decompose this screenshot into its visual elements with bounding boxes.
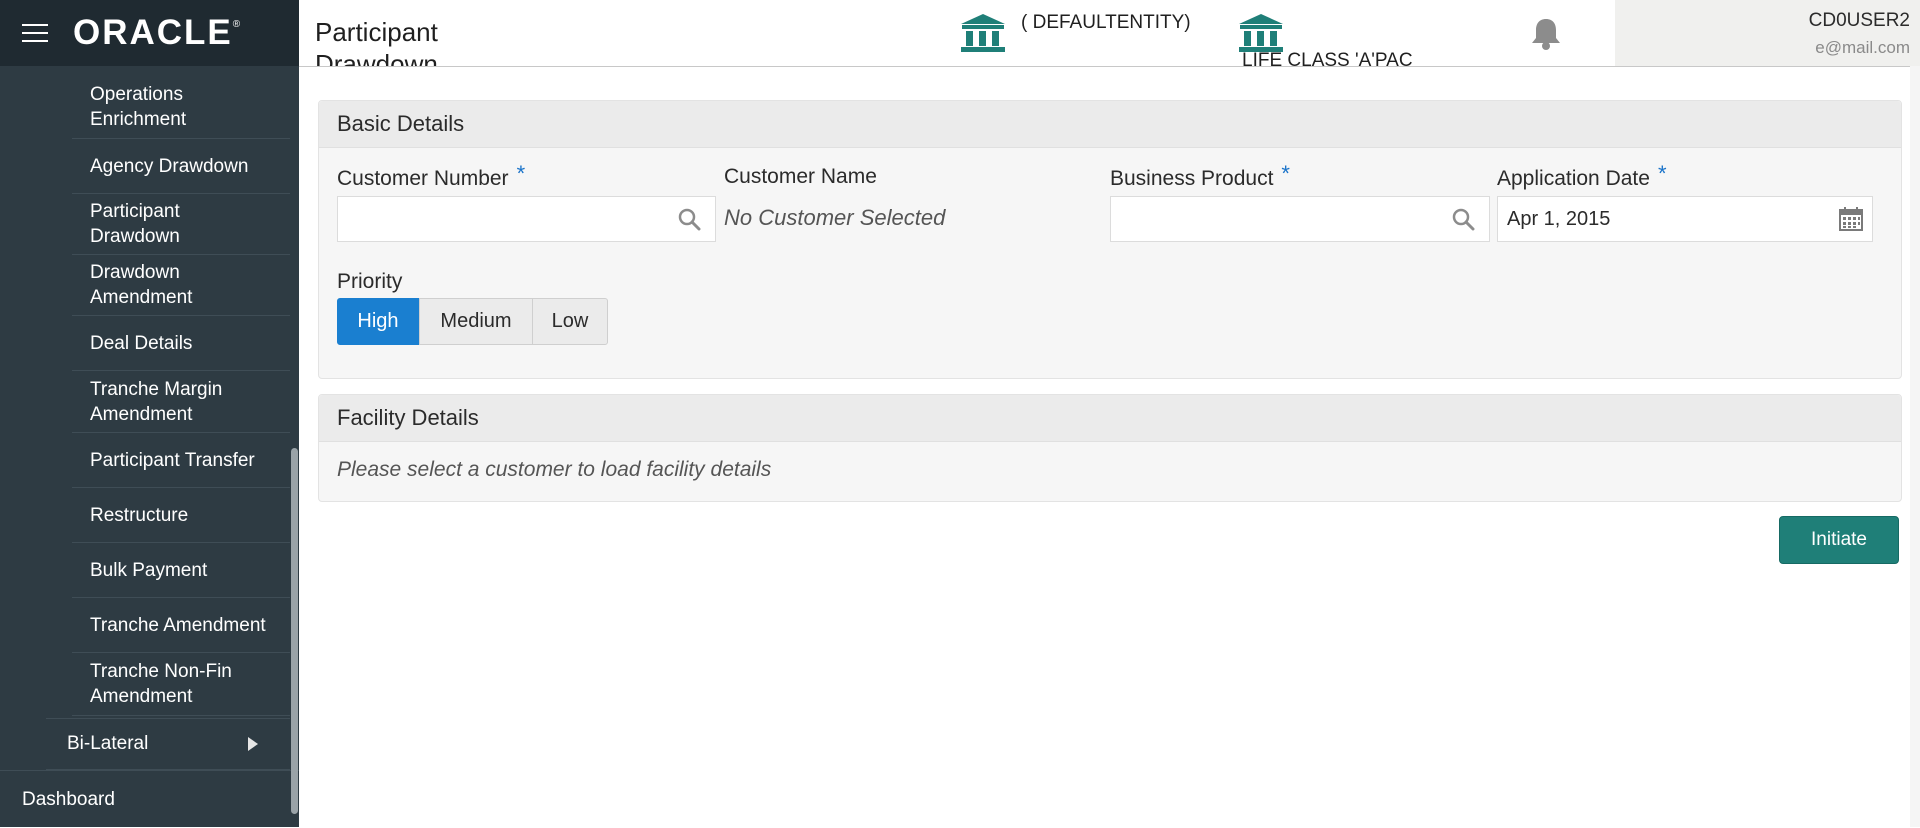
business-product-input[interactable]: [1110, 196, 1490, 242]
sidebar-item-label: Participant Drawdown: [90, 201, 180, 247]
sidebar-item-label: Agency Drawdown: [90, 155, 249, 177]
facility-details-header: Facility Details: [319, 395, 1901, 442]
application-date-label: Application Date *: [1497, 161, 1667, 191]
business-product-label-text: Business Product: [1110, 167, 1274, 190]
sidebar-item-label: Tranche Amendment: [90, 614, 266, 636]
sidebar: ORACLE® Operations Enrichment Agency Dra…: [0, 0, 299, 827]
user-name[interactable]: CD0USER2: [1809, 10, 1910, 32]
sidebar-item-label: Bi-Lateral: [67, 733, 149, 754]
sidebar-item-restructure[interactable]: Restructure: [72, 488, 290, 543]
priority-label: Priority: [337, 270, 403, 293]
sidebar-item-label: Dashboard: [22, 788, 115, 810]
sidebar-item-tranche-amendment[interactable]: Tranche Amendment: [72, 598, 290, 653]
sidebar-header: ORACLE®: [0, 0, 299, 66]
facility-details-message: Please select a customer to load facilit…: [337, 458, 772, 481]
sidebar-item-operations-enrichment[interactable]: Operations Enrichment: [72, 76, 290, 139]
sidebar-item-label: Tranche Margin Amendment: [90, 378, 223, 425]
top-bar: Participant Drawdown ( DEFAULTENTITY) LI…: [299, 0, 1920, 67]
customer-name-value: No Customer Selected: [724, 205, 946, 230]
sidebar-item-tranche-margin-amendment[interactable]: Tranche Margin Amendment: [72, 371, 290, 433]
sidebar-scrollbar[interactable]: [291, 448, 298, 814]
basic-details-header: Basic Details: [319, 101, 1901, 148]
oracle-logo[interactable]: ORACLE®: [73, 13, 242, 53]
sidebar-item-label: Tranche Non-Fin Amendment: [90, 661, 232, 707]
customer-number-label: Customer Number *: [337, 161, 525, 191]
sidebar-item-deal-details[interactable]: Deal Details: [72, 316, 290, 371]
application-date-input[interactable]: Apr 1, 2015: [1497, 196, 1873, 242]
search-icon[interactable]: [677, 207, 701, 236]
sidebar-item-label: Operations Enrichment: [90, 84, 187, 130]
entity-label[interactable]: ( DEFAULTENTITY): [1021, 12, 1191, 34]
required-asterisk: *: [1657, 161, 1667, 186]
customer-number-input[interactable]: [337, 196, 716, 242]
sidebar-item-label: Drawdown Amendment: [90, 262, 193, 308]
customer-name-label: Customer Name: [724, 165, 877, 188]
application-date-value: Apr 1, 2015: [1507, 208, 1611, 230]
sidebar-item-tranche-non-fin-amendment[interactable]: Tranche Non-Fin Amendment: [72, 653, 290, 716]
basic-details-title: Basic Details: [337, 111, 465, 136]
sidebar-item-label: Restructure: [90, 504, 189, 526]
sidebar-item-label: Bulk Payment: [90, 559, 208, 581]
sidebar-item-bi-lateral[interactable]: Bi-Lateral: [46, 718, 290, 770]
priority-low-button[interactable]: Low: [532, 298, 608, 345]
search-icon[interactable]: [1451, 207, 1475, 236]
hamburger-menu-icon[interactable]: [22, 24, 48, 42]
priority-high-button[interactable]: High: [337, 298, 419, 345]
entity-label-2[interactable]: LIFE CLASS 'A'PAC: [1242, 50, 1413, 66]
sidebar-item-drawdown-amendment[interactable]: Drawdown Amendment: [72, 255, 290, 316]
page-title: Participant Drawdown: [315, 17, 438, 67]
priority-medium-button[interactable]: Medium: [419, 298, 533, 345]
bank-icon[interactable]: [959, 12, 1007, 59]
facility-details-title: Facility Details: [337, 405, 479, 430]
customer-number-label-text: Customer Number: [337, 167, 509, 190]
application-date-label-text: Application Date: [1497, 167, 1650, 190]
sidebar-item-participant-transfer[interactable]: Participant Transfer: [72, 433, 290, 488]
facility-details-panel: Facility Details: [318, 394, 1902, 502]
sidebar-item-agency-drawdown[interactable]: Agency Drawdown: [72, 139, 290, 194]
sidebar-item-label: Participant Transfer: [90, 449, 255, 471]
main-scrollbar[interactable]: [1910, 66, 1920, 827]
sidebar-item-participant-drawdown[interactable]: Participant Drawdown: [72, 194, 290, 255]
calendar-icon[interactable]: [1838, 206, 1864, 237]
bell-icon[interactable]: [1529, 16, 1563, 57]
business-product-label: Business Product *: [1110, 161, 1290, 191]
initiate-button[interactable]: Initiate: [1779, 516, 1899, 564]
required-asterisk: *: [1281, 161, 1290, 186]
caret-right-icon: [248, 737, 258, 751]
sidebar-item-label: Deal Details: [90, 332, 193, 354]
required-asterisk: *: [516, 161, 526, 186]
user-email: e@mail.com: [1815, 38, 1910, 57]
sidebar-item-bulk-payment[interactable]: Bulk Payment: [72, 543, 290, 598]
user-menu[interactable]: CD0USER2 e@mail.com: [1615, 0, 1920, 66]
sidebar-item-dashboard[interactable]: Dashboard: [0, 770, 299, 828]
